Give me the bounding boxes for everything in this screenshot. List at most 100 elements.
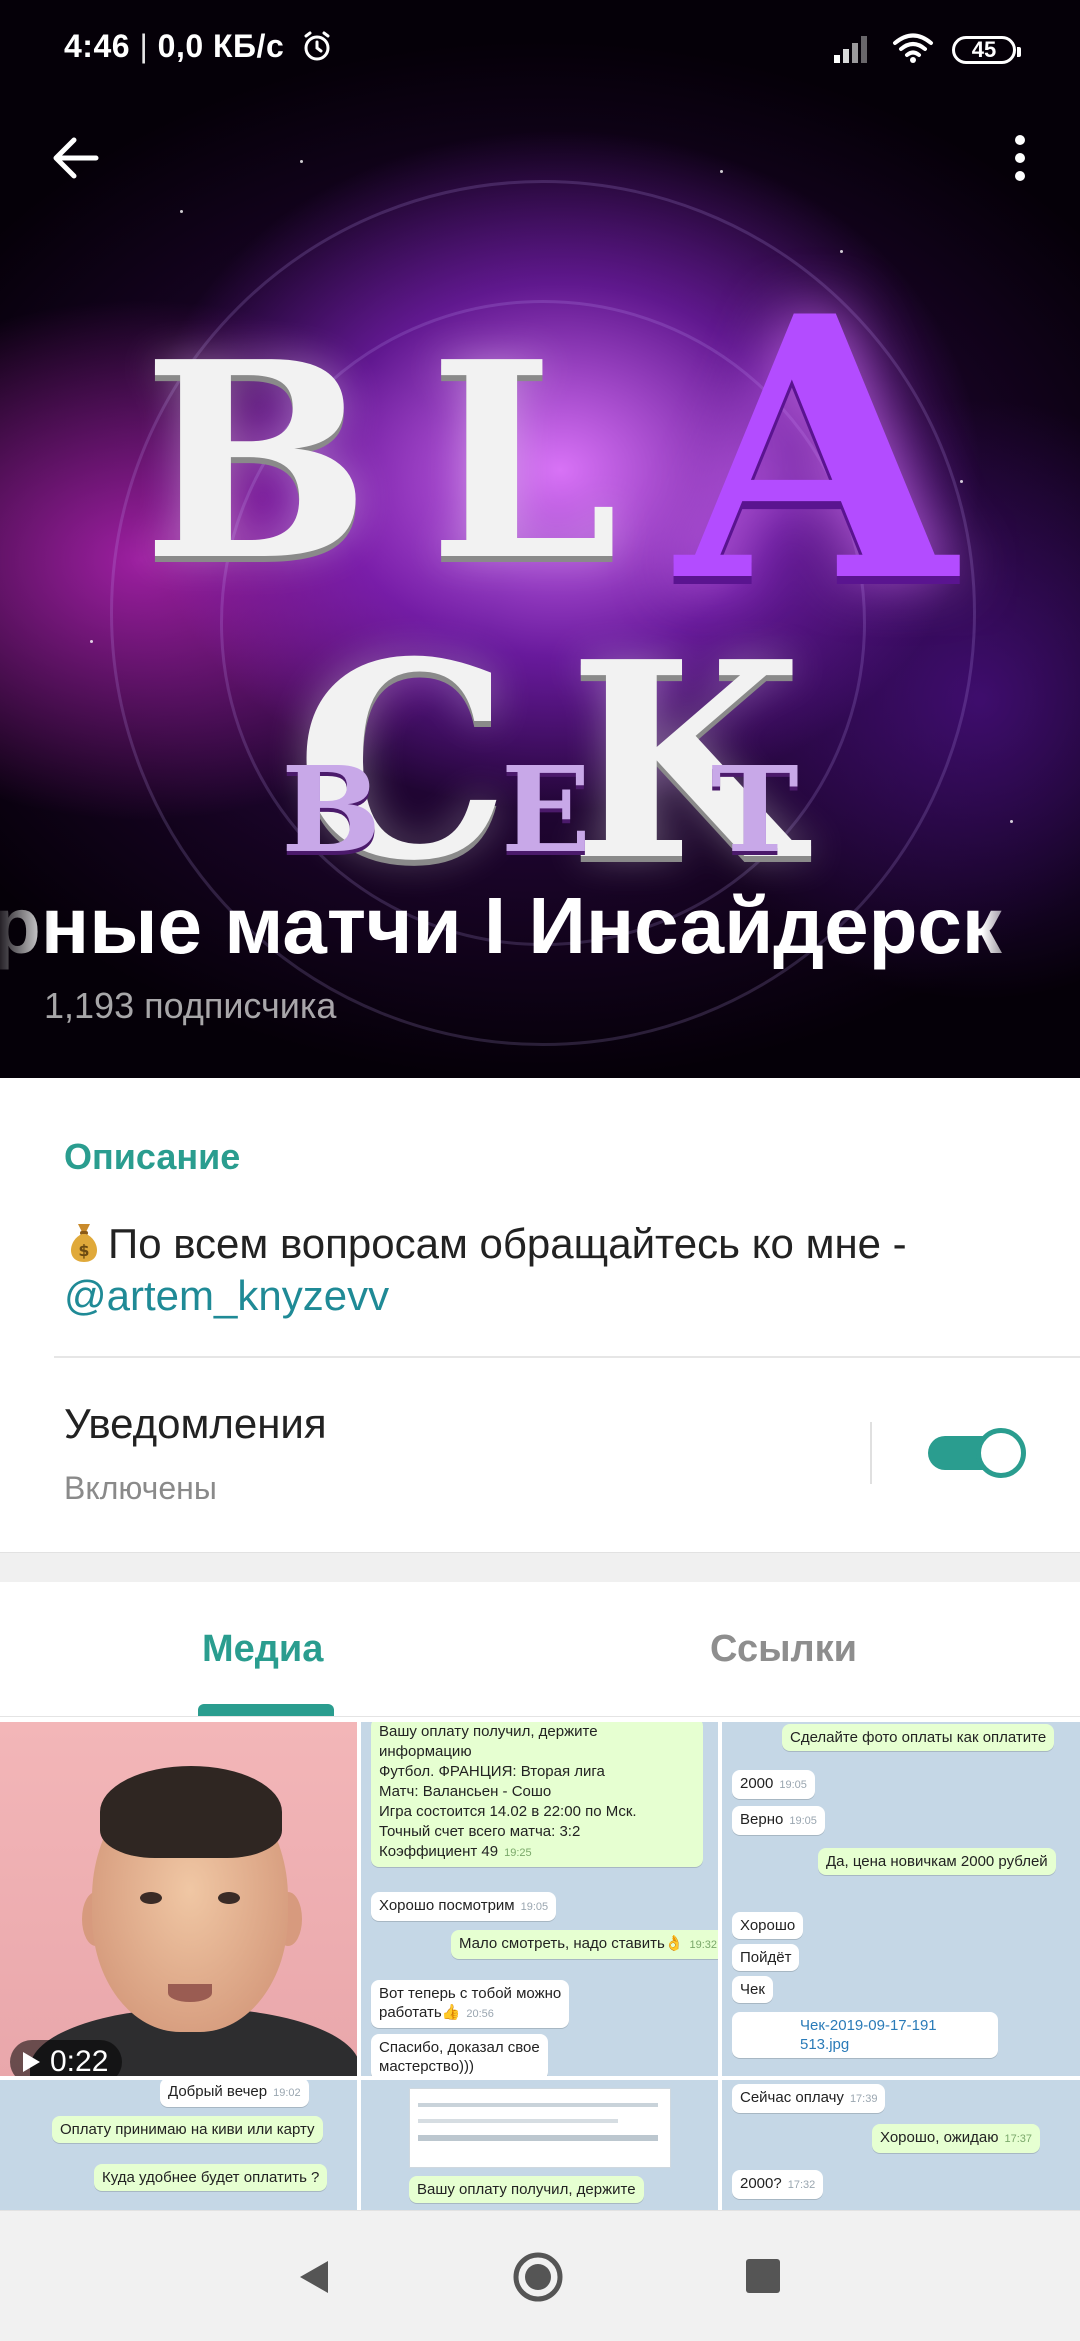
- cover-logo-sub: BET: [281, 740, 919, 879]
- nav-back-button[interactable]: [296, 2257, 332, 2302]
- video-duration: 0:22: [50, 2045, 109, 2076]
- chat-time: 19:05: [789, 1815, 817, 1827]
- chat-bubble: 2000 19:05: [732, 1770, 815, 1799]
- media-photo-thumbnail[interactable]: Добрый вечер 19:02 Оплату принимаю на кив…: [0, 2080, 357, 2210]
- subscriber-count: 1,193 подписчика: [44, 985, 337, 1026]
- chat-line: информацию: [379, 1743, 472, 1760]
- channel-cover: B L A C K BET рные матчи I Инсайдерск 1,…: [0, 0, 1080, 1078]
- doc-line: [418, 2103, 658, 2107]
- more-options-button[interactable]: [988, 126, 1052, 190]
- chat-line: Матч: Валансьен - Сошо: [379, 1783, 552, 1800]
- chat-time: 17:32: [787, 2179, 816, 2191]
- battery-level: 45: [971, 37, 997, 62]
- media-photo-thumbnail[interactable]: Вашу оплату получил, держите информацию …: [361, 1722, 718, 2076]
- chat-line: Верно: [740, 1811, 784, 1828]
- wifi-icon: [892, 32, 934, 69]
- chat-bubble: Чек-2019-09-17-191 513.jpg: [732, 2012, 998, 2058]
- status-separator: |: [139, 28, 158, 64]
- media-tabs: Медиа Ссылки: [0, 1582, 1080, 1717]
- channel-title: рные матчи I Инсайдерск: [0, 880, 1080, 972]
- money-bag-icon: $: [64, 1220, 104, 1264]
- video-duration-badge: 0:22: [10, 2040, 123, 2076]
- square-recent-icon[interactable]: [746, 2259, 780, 2293]
- tab-links[interactable]: Ссылки: [540, 1582, 1080, 1716]
- chat-line: Добрый вечер: [168, 2083, 268, 2100]
- tab-media[interactable]: Медиа: [0, 1582, 540, 1716]
- media-grid: 0:22 Вашу оплату получил, держите информ…: [0, 1722, 1080, 2210]
- chat-line: Хорошо посмотрим: [379, 1897, 515, 1914]
- status-time-group: 4:46 | 0,0 КБ/с: [64, 28, 334, 71]
- chat-line: Пойдёт: [740, 1949, 792, 1966]
- video-person-eye: [140, 1892, 162, 1904]
- chat-line: Коэффициент 49: [379, 1843, 499, 1860]
- description-header: Описание: [64, 1136, 241, 1177]
- chat-bubble: Спасибо, доказал свое мастерство))): [371, 2034, 548, 2076]
- tab-indicator: [198, 1704, 334, 1716]
- more-vertical-icon: [1015, 135, 1025, 145]
- chat-bubble: 2000? 17:32: [732, 2170, 824, 2199]
- chat-time: 19:25: [504, 1847, 532, 1859]
- chat-bubble: Вашу оплату получил, держите: [409, 2176, 644, 2203]
- status-bar: 4:46 | 0,0 КБ/с 45: [0, 0, 1080, 100]
- notifications-toggle[interactable]: [928, 1428, 1026, 1478]
- media-photo-thumbnail[interactable]: Сейчас оплачу 17:39 Хорошо, ожидаю 17:37 2…: [722, 2080, 1080, 2210]
- channel-title-text: рные матчи I Инсайдерск: [0, 881, 1002, 970]
- channel-info: Описание $ По всем вопросам обращайтесь …: [0, 1078, 1080, 1552]
- chat-bubble: Сейчас оплачу 17:39: [732, 2084, 886, 2113]
- video-person-mouth: [168, 1984, 212, 2002]
- chat-bubble: Сделайте фото оплаты как оплатите: [782, 1724, 1055, 1751]
- chat-line: Хорошо: [740, 1917, 796, 1934]
- media-photo-thumbnail[interactable]: Сделайте фото оплаты как оплатите 2000 19…: [722, 1722, 1080, 2076]
- chat-time: 19:05: [520, 1901, 549, 1913]
- svg-text:$: $: [78, 1241, 89, 1260]
- chat-line: Да, цена новичкам 2000 рублей: [826, 1853, 1048, 1870]
- status-time: 4:46: [64, 28, 131, 64]
- chat-line: Хорошо, ожидаю: [880, 2129, 999, 2146]
- media-video-thumbnail[interactable]: 0:22: [0, 1722, 357, 2076]
- description-username-link[interactable]: @artem_knyzevv: [64, 1270, 1024, 1322]
- chat-bubble: Верно 19:05: [732, 1806, 825, 1835]
- signal-icon: [832, 33, 874, 68]
- chat-bubble: Вашу оплату получил, держите информацию …: [371, 1722, 703, 1867]
- chat-bubble: Куда удобнее будет оплатить ?: [94, 2164, 328, 2191]
- media-photo-thumbnail[interactable]: Вашу оплату получил, держите: [361, 2080, 718, 2210]
- play-icon: [23, 2052, 40, 2072]
- arrow-left-icon: [53, 137, 99, 179]
- chat-line: Сейчас оплачу: [740, 2089, 844, 2106]
- back-button[interactable]: [44, 126, 108, 190]
- notifications-label[interactable]: Уведомления: [64, 1400, 327, 1448]
- chat-line: Спасибо, доказал свое: [379, 2039, 540, 2056]
- cover-star: [180, 210, 183, 213]
- chat-line: мастерство))): [379, 2058, 475, 2075]
- divider: [54, 1356, 1080, 1358]
- network-speed: 0,0 КБ/с: [157, 28, 285, 64]
- doc-line: [418, 2135, 658, 2141]
- chat-time: 19:02: [273, 2087, 301, 2099]
- description-text: $ По всем вопросам обращайтесь ко мне - …: [64, 1218, 1024, 1322]
- chat-time: 17:39: [849, 2093, 878, 2105]
- chat-line: Чек: [740, 1981, 765, 1998]
- chat-line: Вашу оплату получил, держите: [379, 1723, 598, 1740]
- chat-bubble: Хорошо: [732, 1912, 804, 1939]
- description-body: По всем вопросам обращайтесь ко мне -: [108, 1220, 907, 1267]
- chat-file-name: Чек-2019-09-17-191: [800, 2017, 937, 2034]
- chat-bubble: Чек: [732, 1976, 773, 2003]
- chat-time: 20:56: [466, 2008, 494, 2020]
- chat-line: 2000?: [740, 2175, 782, 2192]
- nav-home-button[interactable]: [512, 2251, 564, 2303]
- chat-bubble: Хорошо, ожидаю 17:37: [872, 2124, 1041, 2153]
- notifications-status: Включены: [64, 1470, 217, 1506]
- chat-file-name: 513.jpg: [800, 2036, 850, 2053]
- chat-bubble: Да, цена новичкам 2000 рублей: [818, 1848, 1056, 1875]
- chat-time: 19:05: [779, 1779, 807, 1791]
- chat-line: Игра состоится 14.02 в 22:00 по Мск.: [379, 1803, 637, 1820]
- chat-bubble: Оплату принимаю на киви или карту: [52, 2116, 323, 2143]
- cover-star: [720, 170, 723, 173]
- more-vertical-icon-dot: [1015, 153, 1025, 163]
- battery-indicator: 45: [952, 36, 1021, 64]
- chat-bubble: Хорошо посмотрим 19:05: [371, 1892, 557, 1921]
- chat-bubble: Добрый вечер 19:02: [160, 2080, 309, 2107]
- chat-line: работать👍: [379, 2004, 461, 2021]
- chat-document-preview: [409, 2088, 671, 2168]
- video-person-hair: [100, 1766, 282, 1858]
